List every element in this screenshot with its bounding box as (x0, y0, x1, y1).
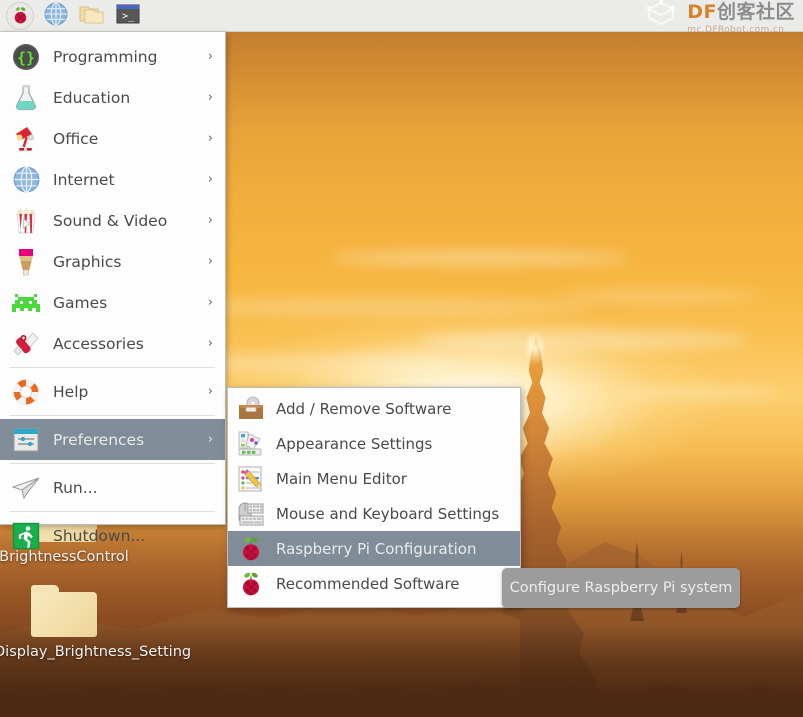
menu-item-programming[interactable]: {} Programming › (0, 36, 225, 77)
list-pencil-icon (236, 464, 266, 494)
chevron-right-icon: › (207, 432, 213, 447)
submenu-item-main-menu-editor[interactable]: Main Menu Editor (228, 461, 520, 496)
chevron-right-icon: › (207, 49, 213, 64)
globe-icon (9, 163, 43, 197)
menu-separator (10, 367, 215, 368)
file-manager-button[interactable] (75, 1, 109, 31)
color-palette-icon (236, 429, 266, 459)
paintbrush-icon (9, 245, 43, 279)
cloud (560, 290, 760, 302)
chevron-right-icon: › (207, 295, 213, 310)
menu-item-label: Shutdown... (53, 526, 146, 545)
cloud (420, 330, 750, 350)
chevron-right-icon: › (207, 90, 213, 105)
watermark-brand: DF创客社区 (687, 1, 795, 23)
menu-item-label: Preferences (53, 430, 145, 449)
folder-icon (31, 585, 97, 637)
menu-item-help[interactable]: Help › (0, 371, 225, 412)
web-browser-button[interactable] (39, 1, 73, 31)
desktop-icon-display-brightness-setting[interactable]: Display_Brightness_Setting (0, 585, 192, 662)
life-ring-icon (9, 375, 43, 409)
menu-item-label: Education (53, 88, 131, 107)
menu-item-shutdown[interactable]: Shutdown... (0, 515, 225, 556)
submenu-item-recommended-software[interactable]: Recommended Software (228, 566, 520, 601)
submenu-item-mouse-and-keyboard-settings[interactable]: Mouse and Keyboard Settings (228, 496, 520, 531)
menu-item-label: Graphics (53, 252, 122, 271)
menu-separator (10, 511, 215, 512)
space-invader-icon (9, 286, 43, 320)
popcorn-video-icon (9, 204, 43, 238)
taskbar: >_ DF创客社区 mc.DFRobot.com.cn (0, 0, 803, 35)
df-hexagon-logo-icon (643, 0, 679, 33)
submenu-item-add-remove-software[interactable]: Add / Remove Software (228, 391, 520, 426)
chevron-right-icon: › (207, 336, 213, 351)
menu-item-label: Programming (53, 47, 158, 66)
menu-separator (10, 463, 215, 464)
submenu-item-label: Recommended Software (276, 574, 460, 593)
code-braces-icon: {} (9, 40, 43, 74)
software-briefcase-icon (236, 394, 266, 424)
svg-text:>_: >_ (122, 11, 135, 22)
chevron-right-icon: › (207, 131, 213, 146)
main-menu: {} Programming › Education › Office › In… (0, 32, 226, 549)
menu-item-internet[interactable]: Internet › (0, 159, 225, 200)
chevron-right-icon: › (207, 172, 213, 187)
exit-running-man-icon (9, 519, 43, 553)
svg-text:{}: {} (17, 49, 35, 67)
menu-item-run[interactable]: Run... (0, 467, 225, 508)
flask-icon (9, 81, 43, 115)
folder-icon (78, 2, 106, 30)
chevron-right-icon: › (207, 384, 213, 399)
raspberry-menu-button[interactable] (3, 1, 37, 31)
chevron-right-icon: › (207, 213, 213, 228)
menu-item-label: Games (53, 293, 108, 312)
paper-plane-icon (9, 471, 43, 505)
raspberry-icon (236, 569, 266, 599)
terminal-button[interactable]: >_ (111, 1, 145, 31)
menu-item-preferences[interactable]: Preferences › (0, 419, 225, 460)
menu-item-games[interactable]: Games › (0, 282, 225, 323)
menu-item-office[interactable]: Office › (0, 118, 225, 159)
menu-item-label: Sound & Video (53, 211, 168, 230)
terminal-icon: >_ (114, 2, 142, 30)
submenu-item-label: Main Menu Editor (276, 469, 407, 488)
menu-item-label: Accessories (53, 334, 144, 353)
globe-icon (43, 1, 69, 31)
submenu-item-label: Appearance Settings (276, 434, 433, 453)
tooltip-text: Configure Raspberry Pi system (509, 580, 733, 596)
settings-window-icon (9, 423, 43, 457)
submenu-item-label: Add / Remove Software (276, 399, 452, 418)
menu-item-education[interactable]: Education › (0, 77, 225, 118)
preferences-submenu: Add / Remove Software Appearance Setting… (227, 387, 521, 608)
submenu-item-label: Raspberry Pi Configuration (276, 539, 477, 558)
swiss-army-knife-icon (9, 327, 43, 361)
submenu-item-label: Mouse and Keyboard Settings (276, 504, 500, 523)
menu-item-graphics[interactable]: Graphics › (0, 241, 225, 282)
desktop-icon-label: Display_Brightness_Setting (0, 644, 192, 660)
tooltip: Configure Raspberry Pi system (502, 568, 740, 608)
submenu-item-appearance-settings[interactable]: Appearance Settings (228, 426, 520, 461)
cloud (170, 300, 590, 314)
cloud (330, 250, 630, 266)
cloud (620, 388, 780, 398)
watermark: DF创客社区 mc.DFRobot.com.cn (643, 0, 795, 35)
chevron-right-icon: › (207, 254, 213, 269)
raspberry-icon (236, 534, 266, 564)
submenu-item-raspberry-pi-configuration[interactable]: Raspberry Pi Configuration (228, 531, 520, 566)
menu-item-label: Internet (53, 170, 115, 189)
menu-item-label: Help (53, 382, 89, 401)
stupa-glow (524, 331, 546, 365)
menu-separator (10, 415, 215, 416)
menu-item-label: Run... (53, 478, 98, 497)
menu-item-accessories[interactable]: Accessories › (0, 323, 225, 364)
mouse-keyboard-icon (236, 499, 266, 529)
menu-item-sound-and-video[interactable]: Sound & Video › (0, 200, 225, 241)
raspberry-icon (6, 1, 34, 30)
desk-lamp-icon (9, 122, 43, 156)
menu-item-label: Office (53, 129, 99, 148)
